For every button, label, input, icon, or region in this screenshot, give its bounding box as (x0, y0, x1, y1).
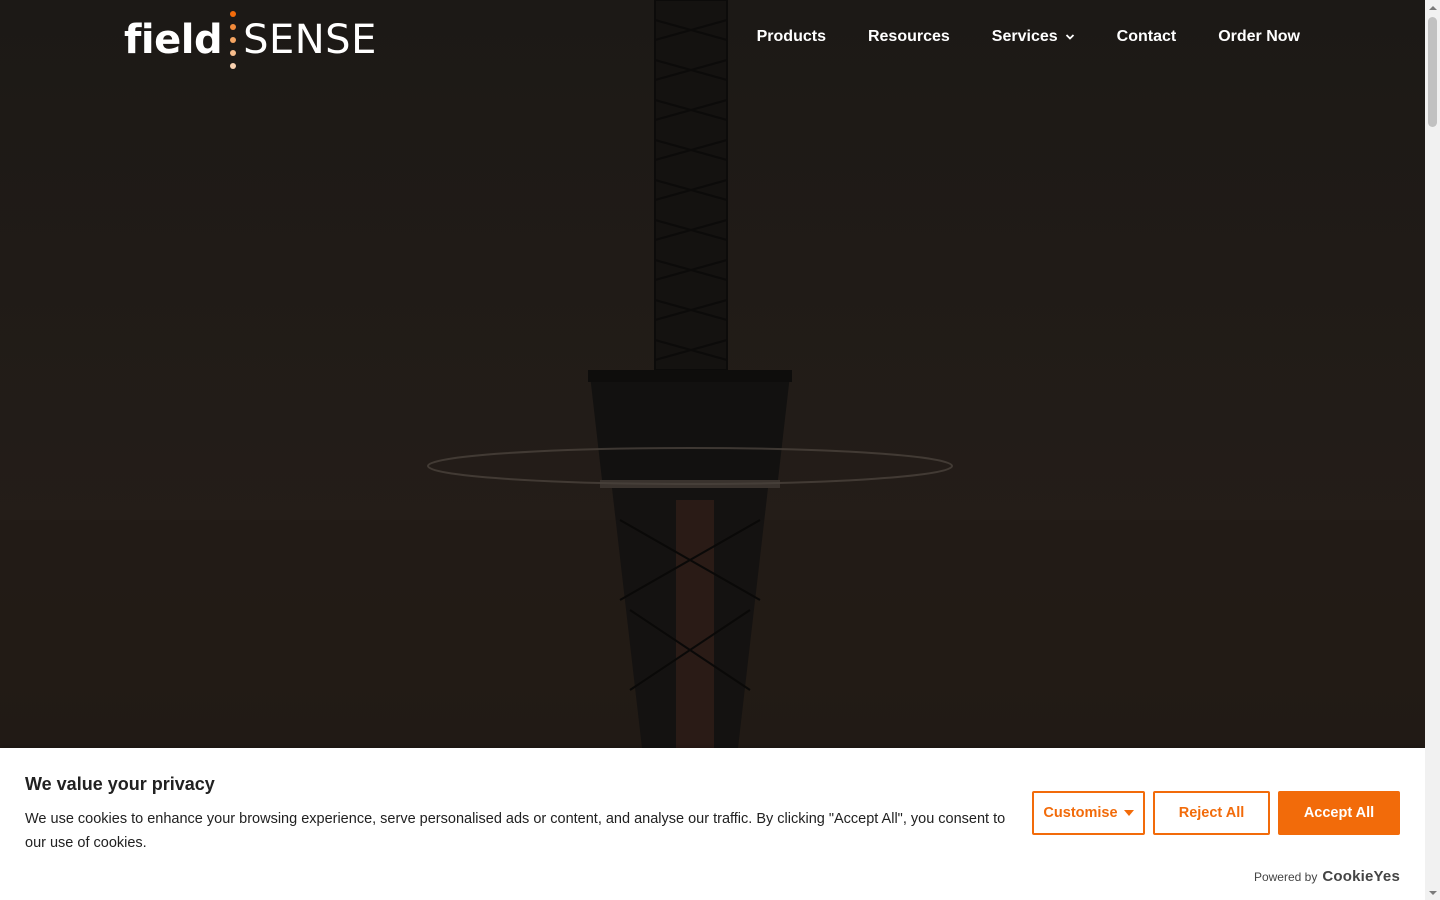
vertical-scrollbar[interactable] (1425, 0, 1440, 900)
logo-dot (230, 11, 237, 17)
cookie-banner-description: We use cookies to enhance your browsing … (25, 811, 1006, 851)
nav-contact[interactable]: Contact (1117, 28, 1177, 46)
logo-text-field: field (124, 17, 223, 63)
scrollbar-thumb[interactable] (1428, 17, 1437, 127)
nav-resources[interactable]: Resources (868, 28, 950, 46)
scroll-up-arrow-icon[interactable] (1425, 0, 1440, 15)
cookie-consent-banner: We value your privacy We use cookies to … (0, 748, 1425, 900)
cookieyes-logo: CookieYes (1322, 868, 1400, 885)
page-viewport: field SENSE Products Resources Services … (0, 0, 1425, 900)
logo-dot (230, 63, 237, 69)
site-header: field SENSE Products Resources Services … (0, 0, 1425, 80)
main-nav: Products Resources Services Contact Orde… (715, 28, 1300, 46)
powered-by[interactable]: Powered by CookieYes (1254, 868, 1400, 885)
nav-products[interactable]: Products (757, 28, 826, 46)
accept-all-button[interactable]: Accept All (1278, 791, 1400, 835)
customise-button-label: Customise (1043, 805, 1118, 821)
nav-services-label: Services (991, 28, 1058, 45)
reject-all-button[interactable]: Reject All (1153, 791, 1270, 835)
logo-dot (230, 24, 237, 30)
customise-button[interactable]: Customise (1032, 791, 1145, 835)
nav-order-now[interactable]: Order Now (1218, 28, 1300, 46)
powered-by-label: Powered by (1253, 869, 1318, 884)
nav-services[interactable]: Services (992, 28, 1075, 46)
logo-dots-icon (230, 11, 237, 69)
logo-text-sense: SENSE (243, 17, 377, 63)
logo-dot (230, 50, 237, 56)
logo-dot (230, 37, 237, 43)
cookie-banner-title: We value your privacy (25, 774, 215, 794)
scroll-down-arrow-icon[interactable] (1425, 885, 1440, 900)
fieldsense-logo[interactable]: field SENSE (124, 10, 376, 70)
chevron-down-icon (1065, 34, 1074, 40)
caret-down-icon (1123, 810, 1134, 816)
